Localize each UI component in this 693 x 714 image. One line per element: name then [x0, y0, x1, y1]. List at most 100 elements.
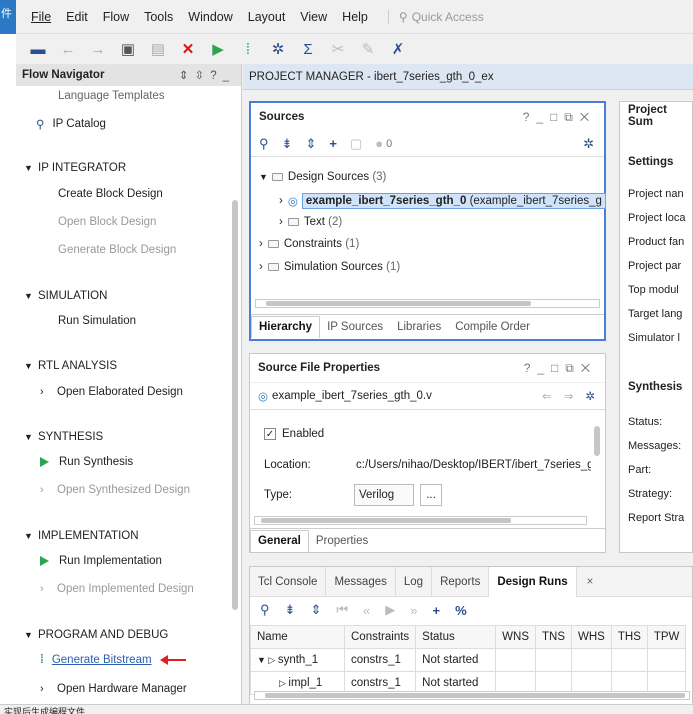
tree-top-file[interactable]: › ◎ example_ibert_7series_gth_0 (example…	[279, 193, 606, 209]
tab-compile-order[interactable]: Compile Order	[448, 321, 537, 333]
tree-simulation-sources[interactable]: › Simulation Sources (1)	[259, 261, 400, 273]
wand-icon[interactable]: ✂	[330, 40, 346, 58]
collapse-all-icon[interactable]: ⇟	[282, 136, 293, 152]
first-icon[interactable]: ⏮	[336, 602, 348, 618]
search-icon[interactable]: ⚲	[260, 602, 270, 618]
tab-hierarchy[interactable]: Hierarchy	[251, 315, 321, 338]
tab-messages[interactable]: Messages	[326, 566, 396, 597]
enabled-checkbox[interactable]: ✓ Enabled	[264, 428, 324, 440]
scrollbar-thumb[interactable]	[265, 693, 685, 698]
paste-icon[interactable]: ▤	[150, 40, 166, 58]
copy-icon[interactable]: ▣	[120, 40, 136, 58]
table-row[interactable]: ▼ ▷ synth_1 constrs_1 Not started	[250, 648, 687, 672]
col-whs[interactable]: WHS	[571, 625, 612, 649]
close-icon[interactable]: ×	[577, 576, 604, 588]
menu-view[interactable]: View	[285, 10, 327, 24]
sigma-icon[interactable]: Σ	[300, 41, 316, 58]
menu-window[interactable]: Window	[173, 10, 232, 24]
prev-icon[interactable]: «	[363, 603, 370, 618]
help-icon[interactable]: ▢	[350, 136, 362, 152]
sfp-vscroll[interactable]	[593, 416, 601, 512]
selected-file[interactable]: example_ibert_7series_gth_0 (example_ibe…	[301, 193, 606, 209]
tab-reports[interactable]: Reports	[432, 566, 490, 597]
nav-item-run-implementation[interactable]: Run Implementation	[40, 555, 162, 567]
redo-icon[interactable]: →	[90, 41, 106, 58]
nav-item-open-hardware-manager[interactable]: › Open Hardware Manager	[40, 683, 187, 695]
panel-controls-icon[interactable]: ?_□⧉✕	[524, 361, 597, 376]
undo-icon[interactable]: ←	[60, 41, 76, 58]
add-icon[interactable]: +	[329, 136, 337, 151]
gear-icon[interactable]: ✲	[585, 389, 595, 403]
tree-design-sources[interactable]: ▼ Design Sources (3)	[259, 171, 386, 183]
nav-item-open-block-design[interactable]: Open Block Design	[58, 216, 156, 228]
settings-icon[interactable]: ✲	[270, 40, 286, 58]
sfp-hscroll[interactable]	[254, 516, 587, 525]
gear-icon[interactable]: ✲	[583, 136, 594, 152]
scrollbar-thumb[interactable]	[266, 301, 531, 306]
tree-text[interactable]: › Text (2)	[279, 216, 342, 228]
section-program-and-debug[interactable]: ▼ PROGRAM AND DEBUG	[24, 629, 168, 641]
section-implementation[interactable]: ▼ IMPLEMENTATION	[24, 530, 139, 542]
scrollbar-thumb[interactable]	[594, 426, 600, 456]
section-rtl-analysis[interactable]: ▼ RTL ANALYSIS	[24, 360, 117, 372]
bitstream-icon[interactable]: ⁞	[240, 41, 256, 58]
col-name[interactable]: Name	[250, 625, 345, 649]
section-synthesis[interactable]: ▼ SYNTHESIS	[24, 431, 103, 443]
col-status[interactable]: Status	[415, 625, 497, 649]
tab-libraries[interactable]: Libraries	[390, 321, 448, 333]
tab-general[interactable]: General	[250, 529, 309, 552]
play-icon[interactable]: ▶	[385, 602, 395, 618]
percent-icon[interactable]: %	[455, 603, 467, 618]
collapse-all-icon[interactable]: ⇟	[285, 602, 296, 618]
expand-all-icon[interactable]: ⇕	[310, 602, 321, 618]
col-wns[interactable]: WNS	[495, 625, 537, 649]
nav-item-create-block-design[interactable]: Create Block Design	[58, 188, 163, 200]
nav-item-open-implemented-design[interactable]: › Open Implemented Design	[40, 583, 194, 595]
nav-item-generate-block-design[interactable]: Generate Block Design	[58, 244, 176, 256]
nav-item-run-synthesis[interactable]: Run Synthesis	[40, 456, 133, 468]
tab-ip-sources[interactable]: IP Sources	[320, 321, 390, 333]
nav-item-ip-catalog[interactable]: ⚲ IP Catalog	[36, 117, 106, 131]
menu-edit[interactable]: Edit	[51, 10, 88, 24]
menu-flow[interactable]: Flow	[88, 10, 129, 24]
nav-item-run-simulation[interactable]: Run Simulation	[58, 315, 136, 327]
tab-design-runs[interactable]: Design Runs	[489, 566, 577, 597]
scrollbar-thumb[interactable]	[232, 200, 238, 610]
col-tpw[interactable]: TPW	[646, 625, 687, 649]
menu-tools[interactable]: Tools	[129, 10, 173, 24]
col-constraints[interactable]: Constraints	[343, 625, 417, 649]
col-ths[interactable]: THS	[610, 625, 648, 649]
runs-hscroll[interactable]	[254, 691, 690, 700]
menu-help[interactable]: Help	[327, 10, 368, 24]
navigator-scrollbar[interactable]	[231, 90, 239, 700]
tab-tcl-console[interactable]: Tcl Console	[250, 566, 327, 597]
run-icon[interactable]: ▶	[210, 40, 226, 58]
col-tns[interactable]: TNS	[535, 625, 573, 649]
add-icon[interactable]: +	[433, 603, 441, 618]
delete-icon[interactable]: ✕	[180, 40, 196, 58]
tree-constraints[interactable]: › Constraints (1)	[259, 238, 359, 250]
tab-properties[interactable]: Properties	[309, 535, 375, 547]
pen-icon[interactable]: ✎	[360, 40, 376, 58]
scrollbar-thumb[interactable]	[261, 518, 511, 523]
nav-item-open-elaborated-design[interactable]: › Open Elaborated Design	[40, 386, 183, 398]
section-ip-integrator[interactable]: ▼ IP INTEGRATOR	[24, 162, 126, 174]
cross-tool-icon[interactable]: ✗	[390, 40, 406, 58]
menu-file[interactable]: File	[16, 10, 51, 24]
menu-layout[interactable]: Layout	[233, 10, 286, 24]
nav-item-open-synthesized-design[interactable]: › Open Synthesized Design	[40, 484, 190, 496]
search-icon[interactable]: ⚲	[259, 136, 269, 152]
nav-item-generate-bitstream[interactable]: ⁞ Generate Bitstream	[40, 654, 188, 666]
forward-icon[interactable]: ⇒	[564, 389, 574, 403]
quick-access-field[interactable]: ⚲ Quick Access	[387, 9, 484, 24]
back-icon[interactable]: ⇐	[542, 389, 552, 403]
section-simulation[interactable]: ▼ SIMULATION	[24, 290, 107, 302]
navigator-controls-icon[interactable]: ⇕⇳?_	[179, 68, 235, 82]
nav-item-language-templates[interactable]: Language Templates	[58, 90, 165, 102]
type-field[interactable]: Verilog	[354, 484, 414, 506]
sources-hscroll[interactable]	[255, 299, 600, 308]
tab-log[interactable]: Log	[396, 566, 433, 597]
panel-controls-icon[interactable]: ?_□⧉✕	[523, 110, 596, 125]
next-icon[interactable]: »	[410, 603, 417, 618]
expand-all-icon[interactable]: ⇕	[305, 136, 316, 152]
